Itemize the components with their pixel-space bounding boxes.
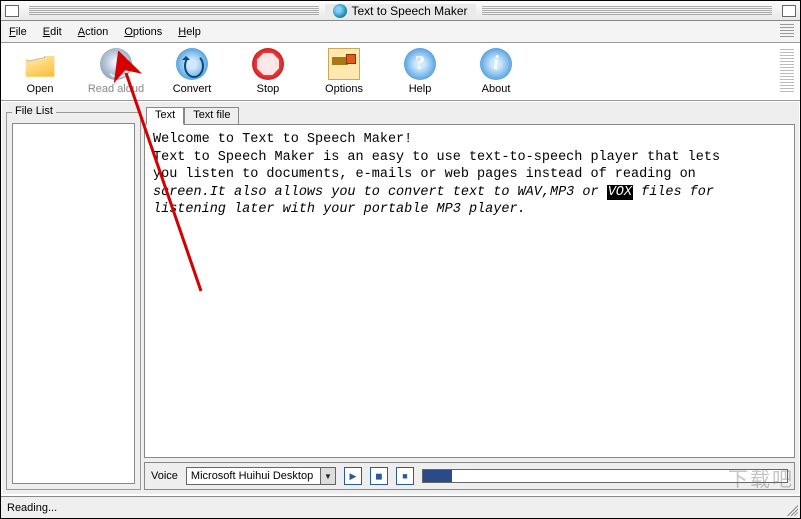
open-label: Open (27, 83, 54, 95)
stop-button[interactable]: Stop (235, 47, 301, 96)
progress-fill (423, 470, 452, 482)
info-icon (480, 48, 512, 80)
menu-help[interactable]: Help (178, 26, 201, 38)
text-span: screen.It also allows you to convert tex… (153, 185, 607, 200)
menu-options[interactable]: Options (124, 26, 162, 38)
text-editor[interactable]: Welcome to Text to Speech Maker! Text to… (144, 124, 795, 458)
file-list-panel: File List (6, 106, 141, 490)
stop-label: Stop (257, 83, 280, 95)
help-icon (404, 48, 436, 80)
text-line: Text to Speech Maker is an easy to use t… (153, 149, 786, 167)
open-button[interactable]: Open (7, 47, 73, 96)
editor-tabs: Text Text file (144, 106, 795, 124)
read-aloud-button[interactable]: Read aloud (83, 47, 149, 96)
options-label: Options (325, 83, 363, 95)
voice-selected-value: Microsoft Huihui Desktop (187, 470, 320, 482)
file-list[interactable] (12, 123, 135, 484)
read-aloud-label: Read aloud (88, 83, 144, 95)
menu-edit[interactable]: Edit (43, 26, 62, 38)
resize-grip[interactable] (784, 502, 798, 516)
player-controls: Voice Microsoft Huihui Desktop ▶ ◼ ■ (144, 462, 795, 490)
status-bar: Reading... (1, 496, 800, 518)
file-list-label: File List (12, 105, 56, 117)
text-span: files for (633, 185, 714, 200)
options-button[interactable]: Options (311, 47, 377, 96)
menubar-gripper (780, 24, 794, 38)
about-label: About (482, 83, 511, 95)
system-menu-box[interactable] (5, 5, 19, 17)
file-list-groupbox (6, 112, 141, 490)
pause-button[interactable]: ◼ (370, 467, 388, 485)
help-button[interactable]: Help (387, 47, 453, 96)
speaker-icon (100, 48, 132, 80)
chevron-down-icon (320, 468, 335, 484)
window-control-box[interactable] (782, 5, 796, 17)
selected-text: VOX (607, 185, 633, 200)
menu-bar: File Edit Action Options Help (1, 21, 800, 43)
stop-playback-button[interactable]: ■ (396, 467, 414, 485)
menu-file[interactable]: File (9, 26, 27, 38)
voice-select[interactable]: Microsoft Huihui Desktop (186, 467, 336, 485)
app-icon (333, 4, 347, 18)
help-label: Help (409, 83, 432, 95)
open-folder-icon (24, 48, 56, 80)
about-button[interactable]: About (463, 47, 529, 96)
play-button[interactable]: ▶ (344, 467, 362, 485)
status-text: Reading... (7, 502, 57, 514)
tab-text[interactable]: Text (146, 107, 184, 125)
text-line: listening later with your portable MP3 p… (153, 201, 786, 219)
convert-icon (176, 48, 208, 80)
toolbar: Open Read aloud Convert Stop Options Hel… (1, 43, 800, 101)
voice-label: Voice (151, 470, 178, 482)
convert-button[interactable]: Convert (159, 47, 225, 96)
title-bar: Text to Speech Maker (1, 1, 800, 21)
text-line: you listen to documents, e-mails or web … (153, 166, 786, 184)
editor-area: Text Text file Welcome to Text to Speech… (144, 106, 795, 490)
stop-icon (252, 48, 284, 80)
titlebar-texture (29, 6, 319, 16)
text-line: screen.It also allows you to convert tex… (153, 184, 786, 202)
window-title: Text to Speech Maker (351, 4, 467, 18)
progress-bar[interactable] (422, 469, 788, 483)
toolbar-gripper (780, 49, 794, 93)
main-area: File List Text Text file Welcome to Text… (2, 102, 799, 494)
titlebar-texture (482, 6, 772, 16)
tab-text-file[interactable]: Text file (184, 107, 239, 125)
text-line: Welcome to Text to Speech Maker! (153, 131, 786, 149)
options-icon (328, 48, 360, 80)
menu-action[interactable]: Action (78, 26, 109, 38)
convert-label: Convert (173, 83, 212, 95)
